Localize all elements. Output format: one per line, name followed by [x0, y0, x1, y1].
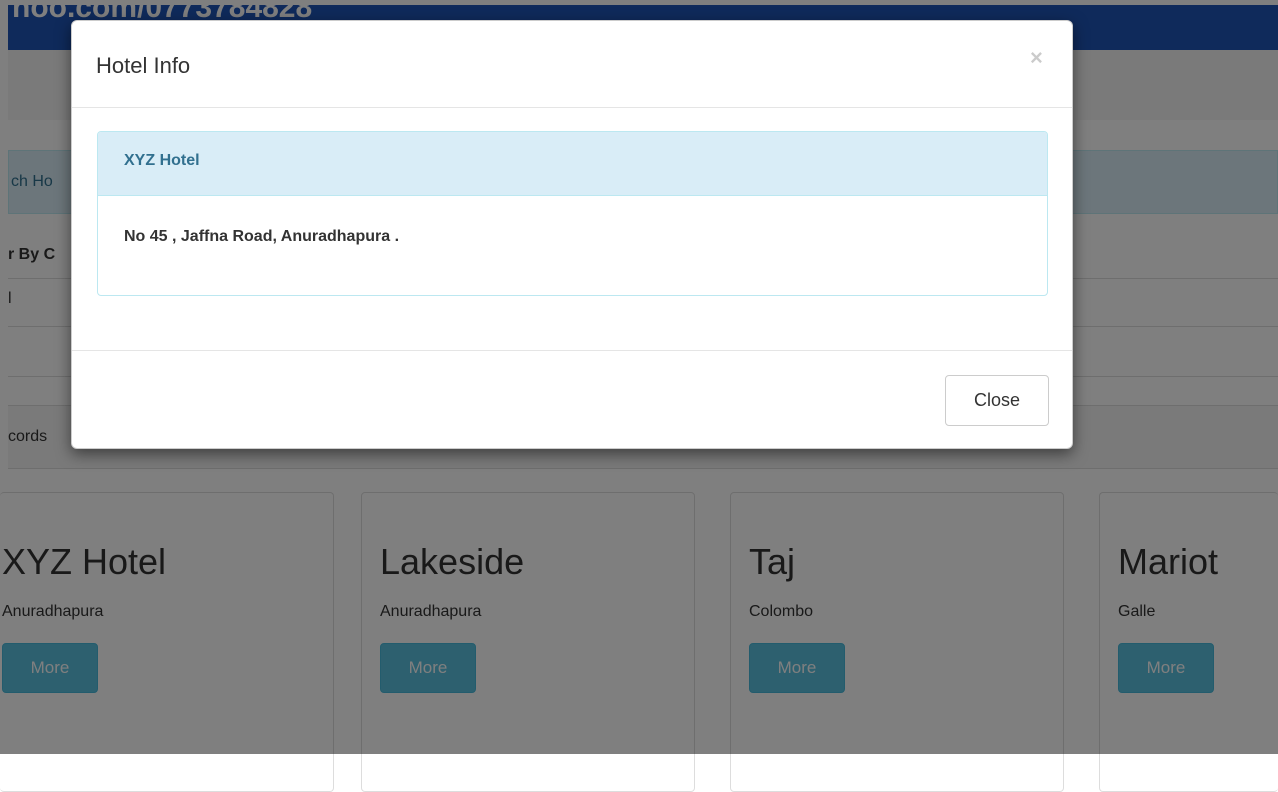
panel-heading: XYZ Hotel [98, 132, 1047, 196]
modal-header: Hotel Info × [72, 21, 1072, 108]
hotel-name: XYZ Hotel [124, 152, 200, 169]
modal-footer-divider [72, 350, 1072, 351]
close-button[interactable]: Close [945, 375, 1049, 426]
hotel-address: No 45 , Jaffna Road, Anuradhapura . [124, 228, 400, 245]
hotel-info-modal: Hotel Info × XYZ Hotel No 45 , Jaffna Ro… [71, 20, 1073, 449]
hotel-info-panel: XYZ Hotel No 45 , Jaffna Road, Anuradhap… [97, 131, 1048, 296]
close-icon[interactable]: × [1030, 45, 1043, 71]
modal-title: Hotel Info [96, 53, 191, 78]
